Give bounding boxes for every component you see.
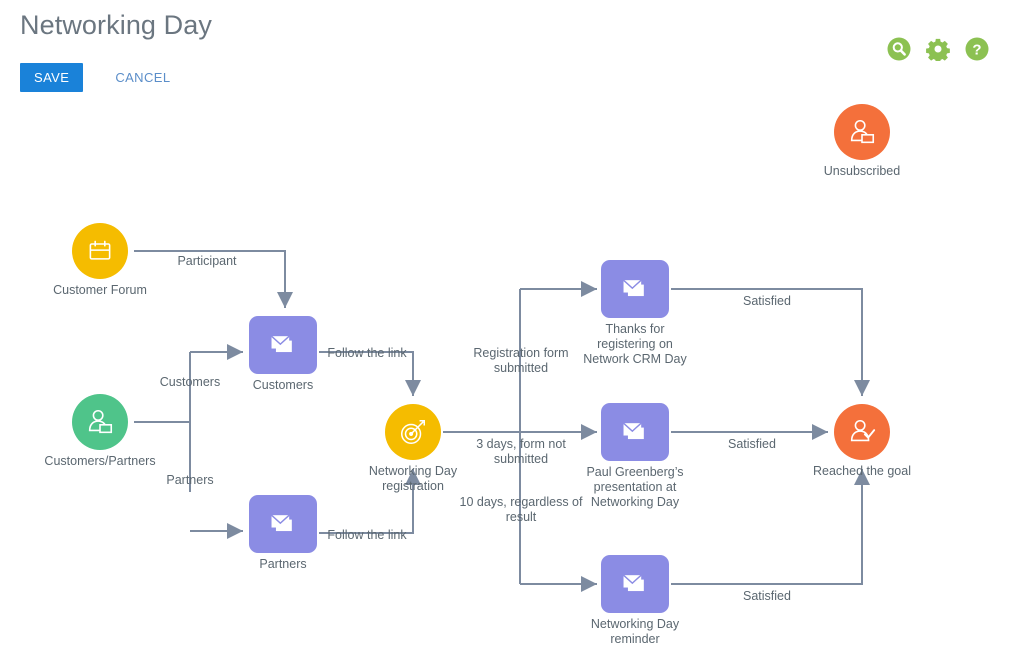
node-label: Unsubscribed xyxy=(823,164,901,178)
node-label: Customers/Partners xyxy=(44,454,156,468)
node-label: Networking Day registration xyxy=(368,464,458,493)
save-button[interactable]: SAVE xyxy=(20,63,84,92)
edge-label-three-days: 3 days, form not submitted xyxy=(476,437,566,466)
edge-label-satisfied-2: Satisfied xyxy=(728,437,776,451)
node-label: Reached the goal xyxy=(813,464,911,478)
search-icon[interactable] xyxy=(887,37,911,61)
edge-label-satisfied-1: Satisfied xyxy=(743,294,791,308)
cancel-button[interactable]: CANCEL xyxy=(115,70,170,85)
edge-label-participant: Participant xyxy=(177,254,237,268)
edge-label-ten-days: 10 days, regardless of result xyxy=(459,495,583,524)
page-title: Networking Day xyxy=(20,10,212,40)
node-email-thanks-shape[interactable] xyxy=(601,260,669,318)
edge-label-follow-link-2: Follow the link xyxy=(327,528,407,542)
edge-label-reg-submitted: Registration form submitted xyxy=(473,346,569,375)
edge-label-customers: Customers xyxy=(159,375,221,389)
flow-canvas[interactable]: Unsubscribed Customer Forum Customers/Pa… xyxy=(0,92,1014,657)
node-customers-partners-shape[interactable] xyxy=(72,394,128,450)
node-label: Networking Day reminder xyxy=(590,617,680,646)
edge-label-partners: Partners xyxy=(166,473,214,487)
envelope-icon xyxy=(623,279,644,297)
node-email-partners-shape[interactable] xyxy=(249,495,317,553)
svg-text:?: ? xyxy=(972,41,981,58)
person-box-icon xyxy=(850,119,875,144)
node-customer-forum-shape[interactable] xyxy=(72,223,128,279)
node-email-customers-shape[interactable] xyxy=(249,316,317,374)
help-icon[interactable]: ? xyxy=(965,37,989,61)
header-icons: ? xyxy=(887,37,989,61)
envelope-icon xyxy=(623,422,644,440)
node-email-reminder-shape[interactable] xyxy=(601,555,669,613)
gear-icon[interactable] xyxy=(926,37,950,61)
node-label: Customer Forum xyxy=(53,283,147,297)
node-label: Partners xyxy=(259,557,307,571)
person-box-icon xyxy=(88,409,113,434)
toolbar: SAVE CANCEL xyxy=(20,63,170,92)
edge-label-satisfied-3: Satisfied xyxy=(743,589,791,603)
node-unsubscribed-shape[interactable] xyxy=(834,104,890,160)
envelope-icon xyxy=(623,574,644,592)
